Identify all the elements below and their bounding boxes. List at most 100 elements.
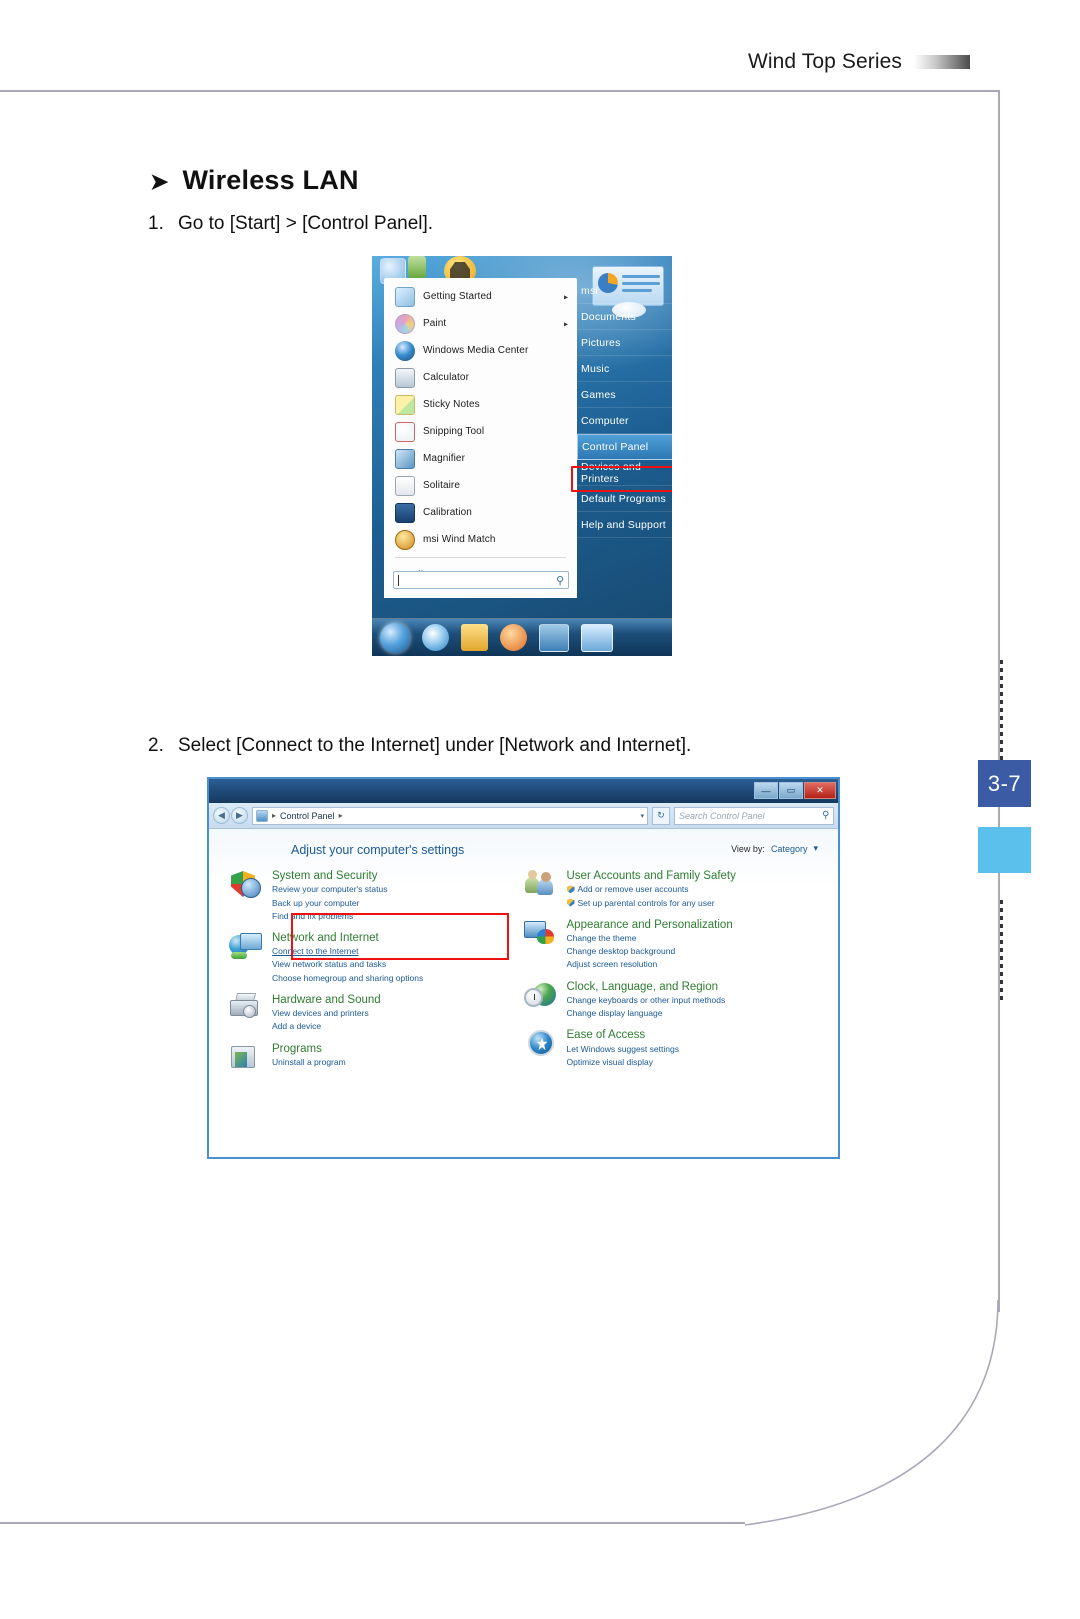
category-link[interactable]: Add or remove user accounts: [566, 883, 736, 896]
magnifier-icon: [395, 448, 415, 469]
step-1-number: 1.: [148, 213, 164, 234]
step-2-text: Select [Connect to the Internet] under […: [178, 735, 692, 756]
category-link[interactable]: Find and fix problems: [272, 910, 387, 923]
breadcrumb-sep-icon: ▸: [272, 811, 277, 820]
search-control-panel-input[interactable]: Search Control Panel ⚲: [674, 806, 834, 825]
category-user-accounts-and-family-safety[interactable]: User Accounts and Family Safety Add or r…: [524, 869, 819, 910]
page-title: Wireless LAN: [182, 165, 359, 195]
category-link[interactable]: Uninstall a program: [272, 1056, 346, 1069]
category-link[interactable]: Change the theme: [567, 932, 733, 945]
step-1: 1. Go to [Start] > [Control Panel].: [148, 213, 433, 235]
category-title[interactable]: Hardware and Sound: [272, 993, 381, 1007]
category-title[interactable]: Programs: [272, 1042, 346, 1056]
start-right-item-default-programs[interactable]: Default Programs: [577, 486, 672, 512]
category-link[interactable]: View network status and tasks: [272, 958, 423, 971]
category-clock-language-and-region[interactable]: Clock, Language, and Region Change keybo…: [523, 980, 819, 1021]
start-item-label: Paint: [423, 318, 447, 329]
snipping-tool-icon: [395, 421, 415, 442]
category-column-right: User Accounts and Family Safety Add or r…: [523, 869, 819, 1080]
search-icon: ⚲: [555, 574, 564, 587]
category-link[interactable]: Let Windows suggest settings: [567, 1043, 679, 1056]
breadcrumb-control-panel[interactable]: Control Panel: [280, 811, 335, 821]
refresh-button[interactable]: ↻: [652, 806, 670, 825]
chevron-down-icon[interactable]: ▾: [813, 843, 818, 854]
category-ease-of-access[interactable]: Ease of Access Let Windows suggest setti…: [524, 1028, 819, 1069]
paint-icon: [395, 313, 415, 334]
back-button[interactable]: ◀: [213, 807, 230, 824]
ease-of-access-icon: [524, 1028, 558, 1058]
tab-dotted-line-bottom: [1000, 900, 1003, 1000]
category-title[interactable]: Network and Internet: [272, 931, 423, 945]
navigation-buttons: ◀ ▶: [213, 807, 248, 824]
chevron-down-icon[interactable]: ▾: [640, 812, 644, 820]
start-right-item-computer[interactable]: Computer: [577, 408, 672, 434]
start-orb-icon[interactable]: [380, 622, 410, 653]
start-item-getting-started[interactable]: Getting Started ▸: [385, 283, 576, 310]
chevron-right-icon: ▸: [563, 319, 568, 328]
category-programs[interactable]: Programs Uninstall a program: [229, 1042, 524, 1072]
start-right-item-msi[interactable]: msi: [577, 278, 672, 304]
start-item-calculator[interactable]: Calculator: [385, 364, 576, 391]
uac-shield-icon: [566, 885, 575, 894]
start-item-magnifier[interactable]: Magnifier: [385, 445, 576, 472]
taskbar-window-2[interactable]: [581, 623, 613, 652]
category-title[interactable]: Ease of Access: [567, 1028, 679, 1042]
start-item-calibration[interactable]: Calibration: [385, 499, 576, 526]
maximize-button[interactable]: ▭: [779, 782, 803, 799]
breadcrumb[interactable]: ▸ Control Panel ▸ ▾: [252, 806, 648, 825]
section-heading: ➤ Wireless LAN: [150, 165, 359, 196]
category-title[interactable]: System and Security: [272, 869, 387, 883]
category-link[interactable]: Add a device: [272, 1020, 381, 1033]
category-hardware-and-sound[interactable]: Hardware and Sound View devices and prin…: [229, 992, 524, 1034]
close-button[interactable]: ✕: [804, 782, 836, 799]
start-right-item-control-panel[interactable]: Control Panel: [577, 434, 672, 460]
category-link[interactable]: Choose homegroup and sharing options: [272, 972, 423, 985]
start-right-item-documents[interactable]: Documents: [577, 304, 672, 330]
start-search-input[interactable]: ⚲: [393, 571, 569, 589]
category-link-connect-to-the-internet[interactable]: Connect to the Internet: [272, 945, 423, 958]
start-item-label: msi Wind Match: [423, 534, 496, 545]
start-right-item-music[interactable]: Music: [577, 356, 672, 382]
start-right-item-help-and-support[interactable]: Help and Support: [577, 512, 672, 538]
internet-explorer-icon[interactable]: [422, 624, 449, 651]
category-appearance-and-personalization[interactable]: Appearance and Personalization Change th…: [523, 918, 819, 972]
step-1-text: Go to [Start] > [Control Panel].: [178, 213, 434, 234]
start-item-paint[interactable]: Paint ▸: [385, 310, 576, 337]
view-by-value[interactable]: Category: [771, 844, 808, 854]
category-link[interactable]: Review your computer's status: [272, 883, 387, 896]
category-title[interactable]: Clock, Language, and Region: [567, 980, 726, 994]
start-item-windows-media-center[interactable]: Windows Media Center: [385, 337, 576, 364]
windows-media-center-icon: [395, 340, 415, 361]
start-right-item-devices-and-printers[interactable]: Devices and Printers: [577, 460, 672, 486]
start-item-solitaire[interactable]: Solitaire: [385, 472, 576, 499]
view-by-control[interactable]: View by: Category ▾: [731, 843, 818, 854]
category-title[interactable]: User Accounts and Family Safety: [567, 869, 736, 883]
category-link[interactable]: Adjust screen resolution: [567, 958, 733, 971]
clock-globe-icon: [523, 980, 558, 1010]
start-item-msi-wind-match[interactable]: msi Wind Match: [385, 526, 576, 553]
start-right-item-games[interactable]: Games: [577, 382, 672, 408]
category-link[interactable]: Optimize visual display: [567, 1056, 679, 1069]
start-item-sticky-notes[interactable]: Sticky Notes: [385, 391, 576, 418]
category-title[interactable]: Appearance and Personalization: [567, 918, 733, 932]
start-right-item-pictures[interactable]: Pictures: [577, 330, 672, 356]
category-link[interactable]: Change desktop background: [567, 945, 733, 958]
control-panel-heading: Adjust your computer's settings: [291, 843, 465, 857]
start-item-snipping-tool[interactable]: Snipping Tool: [385, 418, 576, 445]
category-system-and-security[interactable]: System and Security Review your computer…: [229, 869, 524, 923]
category-link[interactable]: Change keyboards or other input methods: [567, 994, 726, 1007]
solitaire-icon: [395, 475, 415, 496]
printer-icon: [229, 992, 263, 1023]
category-link[interactable]: Change display language: [567, 1007, 726, 1020]
category-link[interactable]: Back up your computer: [272, 897, 387, 910]
explorer-icon[interactable]: [461, 624, 488, 651]
minimize-button[interactable]: —: [754, 782, 778, 799]
window-controls: — ▭ ✕: [754, 782, 836, 799]
desktop-icon-2: [408, 256, 426, 278]
category-link[interactable]: View devices and printers: [272, 1007, 381, 1020]
media-player-icon[interactable]: [500, 624, 527, 651]
category-network-and-internet[interactable]: Network and Internet Connect to the Inte…: [229, 931, 524, 985]
category-link[interactable]: Set up parental controls for any user: [566, 897, 736, 910]
forward-button[interactable]: ▶: [231, 807, 248, 824]
taskbar-window-1[interactable]: [539, 623, 569, 652]
